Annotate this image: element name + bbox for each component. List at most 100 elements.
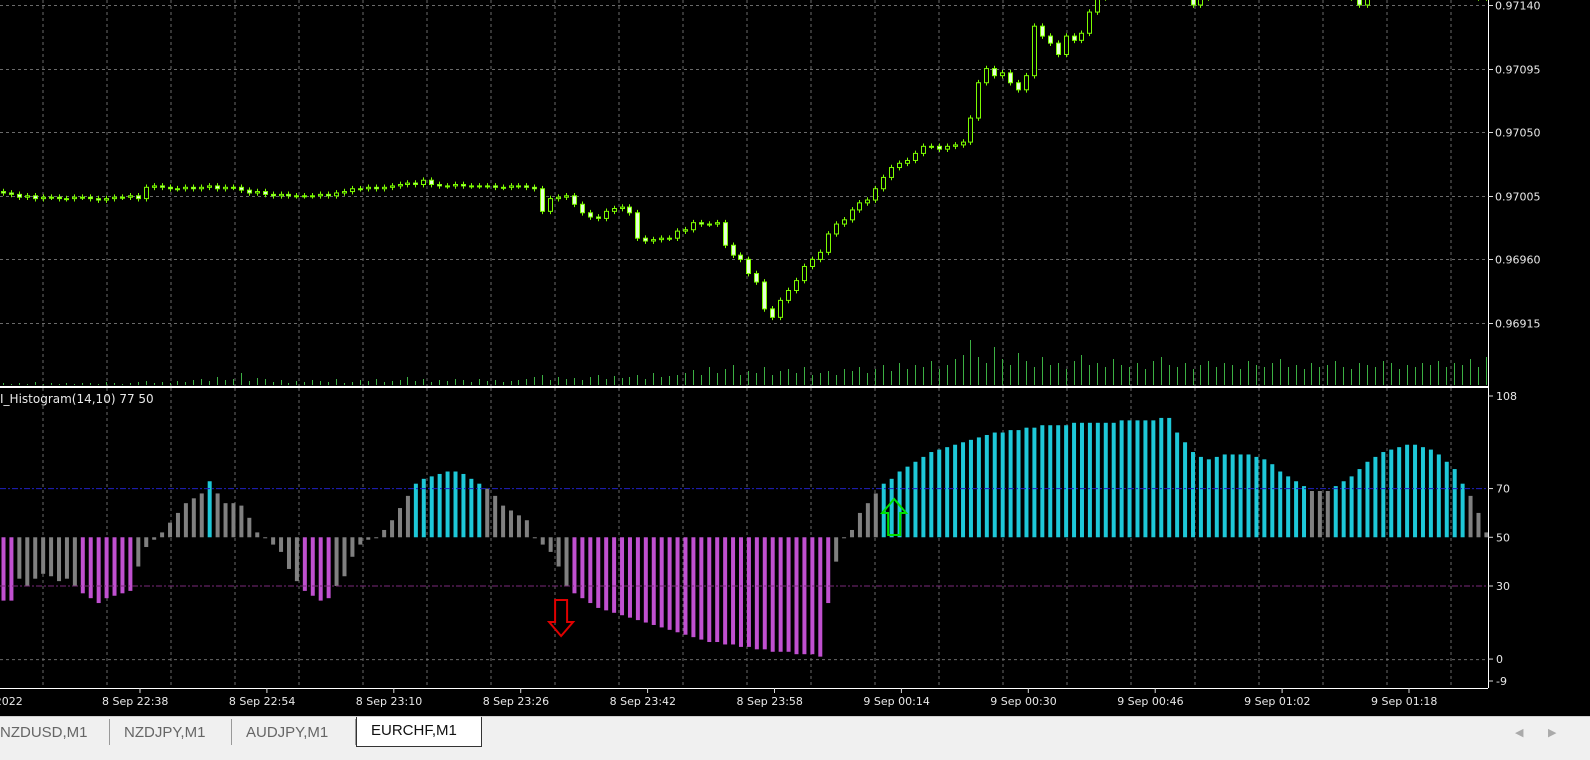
indicator-label: I_Histogram(14,10) 77 50 [0, 392, 154, 406]
tab-nzdusd[interactable]: NZDUSD,M1 [0, 719, 110, 745]
histogram-bar [548, 537, 553, 552]
candle-bull [183, 186, 188, 190]
histogram-bar [294, 537, 299, 582]
histogram-bar [1436, 454, 1441, 538]
candle-bear [239, 186, 244, 191]
histogram-bar [564, 537, 569, 586]
candle-bear [493, 185, 498, 188]
histogram-bar [1357, 469, 1362, 538]
candle-bull [358, 188, 363, 191]
histogram-bar [1389, 449, 1394, 538]
histogram-bar [818, 537, 823, 657]
histogram-bar [17, 537, 22, 579]
histogram-bar [723, 537, 728, 645]
scroll-right-icon[interactable]: ▶ [1548, 726, 1556, 739]
candle-bear [88, 196, 93, 200]
candle-bear [461, 183, 466, 187]
time-axis[interactable]: 8 Sep 2022 8 Sep 22:38 8 Sep 22:54 8 Sep 23… [0, 688, 1437, 708]
candle-bull [604, 210, 609, 219]
candle-bull [382, 186, 387, 190]
histogram-bar [778, 537, 783, 652]
histogram-bar [334, 537, 339, 586]
histogram-bar [64, 537, 69, 579]
histogram-bar [1135, 420, 1140, 538]
candle-bull [25, 195, 30, 198]
histogram-bar [231, 503, 236, 538]
candle-bull [667, 237, 672, 240]
candle-bull [104, 198, 109, 201]
price-axis[interactable]: 0.97140 0.97095 0.97050 0.97005 0.96960 0.969… [1488, 0, 1541, 331]
histogram-bar [112, 537, 117, 596]
histogram-bar [421, 478, 426, 538]
histogram-bar [1206, 459, 1211, 538]
chart-tabs-bar: NZDUSD,M1 NZDJPY,M1 AUDJPY,M1 EURCHF,M1 … [0, 716, 1590, 749]
candle-bull [889, 167, 894, 178]
candle-bull [255, 191, 260, 194]
time-label: 9 Sep 00:30 [990, 695, 1056, 708]
candle-bull [905, 159, 910, 164]
histogram-bar [1484, 532, 1489, 538]
histogram-bar [1476, 512, 1481, 538]
histogram-bar [168, 522, 173, 538]
tab-audjpy[interactable]: AUDJPY,M1 [232, 719, 356, 745]
candle-bull [279, 193, 284, 197]
histogram-bar [754, 537, 759, 650]
candle-bull [1087, 11, 1092, 34]
histogram-bar [302, 537, 307, 591]
candle-bear [1072, 35, 1077, 41]
chart-canvas[interactable]: 0.97140 0.97095 0.97050 0.97005 0.96960 0.969… [0, 0, 1590, 716]
candle-bull [873, 188, 878, 201]
candle-bull [683, 229, 688, 232]
down-arrow-icon [546, 599, 576, 638]
price-label: 0.97050 [1495, 127, 1541, 140]
histogram-bar [318, 537, 323, 601]
candle-bear [1008, 72, 1013, 84]
time-label: 9 Sep 01:18 [1371, 695, 1437, 708]
candle-bull [1095, 0, 1100, 13]
histogram-bar [33, 537, 38, 579]
candle-bear [699, 222, 704, 225]
histogram-bar [57, 537, 62, 582]
histogram-bar [1183, 442, 1188, 538]
histogram-bar [437, 473, 442, 538]
histogram-bar [469, 478, 474, 538]
candle-bear [588, 212, 593, 218]
histogram-bar [1222, 454, 1227, 538]
histogram-bar [382, 529, 387, 538]
histogram-bar [588, 537, 593, 604]
candle-bear [770, 308, 775, 318]
candle-bull [152, 185, 157, 188]
candle-bull [445, 185, 450, 188]
histogram-bar [80, 537, 85, 594]
histogram-bar [271, 537, 276, 545]
tab-nzdjpy[interactable]: NZDJPY,M1 [110, 719, 232, 745]
histogram-bar [1103, 422, 1108, 538]
histogram-bar [651, 537, 656, 625]
candle-bull [778, 299, 783, 318]
histogram-bar [453, 471, 458, 538]
price-label: 0.96915 [1495, 318, 1541, 331]
scroll-left-icon[interactable]: ◀ [1515, 726, 1523, 739]
histogram-bar [358, 537, 363, 545]
histogram-bar [366, 537, 371, 540]
histogram-bar [1294, 481, 1299, 538]
tab-eurchf[interactable]: EURCHF,M1 [356, 717, 482, 747]
price-label: 0.97005 [1495, 191, 1541, 204]
candle-bull [485, 185, 490, 188]
candle-bull [501, 186, 506, 189]
histogram-bar [913, 461, 918, 538]
histogram-bar [675, 537, 680, 633]
status-strip [0, 748, 1590, 760]
candle-bull [794, 280, 799, 291]
histogram-bar [1278, 471, 1283, 538]
candle-bull [144, 186, 149, 200]
histogram-bar [1040, 425, 1045, 538]
histogram-bar [88, 537, 93, 599]
histogram-bar [199, 493, 204, 538]
histogram-bar [1341, 481, 1346, 538]
time-label: 9 Sep 00:46 [1117, 695, 1183, 708]
histogram-bar [731, 537, 736, 645]
histogram-bar [128, 537, 133, 591]
histogram-bar [1452, 469, 1457, 538]
histogram-bar [1286, 476, 1291, 538]
